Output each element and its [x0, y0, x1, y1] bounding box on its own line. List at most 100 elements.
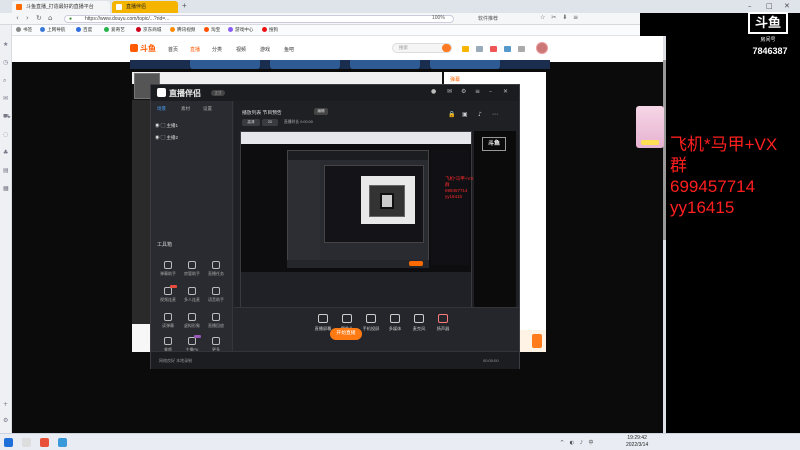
app-icon[interactable] — [40, 438, 49, 447]
message-icon[interactable] — [504, 46, 511, 52]
browser-icon[interactable] — [58, 438, 67, 447]
taskbar-clock[interactable]: 19:29:42 2022/3/14 — [626, 435, 648, 449]
status-left: 网络良好 本地录制 — [159, 358, 193, 363]
new-tab-button[interactable]: + — [182, 1, 187, 10]
monitor-icon — [318, 314, 328, 323]
minimize-icon[interactable]: – — [748, 2, 752, 10]
forward-icon[interactable]: › — [26, 14, 29, 22]
home-icon[interactable]: ⌂ — [48, 14, 52, 22]
nav-fishbar[interactable]: 鱼吧 — [284, 46, 294, 53]
task-icon — [212, 261, 220, 269]
star-icon[interactable]: ★ — [3, 41, 8, 48]
dock-phone[interactable]: 手机投屏 — [358, 314, 384, 332]
mail-icon[interactable]: ✉ — [3, 95, 8, 102]
chat-icon[interactable]: ◌ — [3, 131, 8, 138]
bell-icon[interactable]: ♪ — [478, 111, 482, 118]
edit-button[interactable]: 编辑 — [314, 108, 328, 115]
minimize-icon[interactable]: – — [489, 88, 492, 95]
tab-companion[interactable]: 直播伴侣 — [112, 1, 178, 13]
apps-icon[interactable]: ▦ — [3, 185, 9, 192]
history-icon[interactable]: ◷ — [3, 59, 8, 66]
search-button[interactable] — [442, 44, 451, 52]
tool-multi-link[interactable]: 多人连麦 — [179, 287, 205, 303]
nav-game[interactable]: 游戏 — [260, 46, 270, 53]
settings-icon[interactable]: ⚙ — [3, 417, 8, 424]
user-avatar[interactable] — [536, 42, 548, 54]
nav-live[interactable]: 直播 — [190, 46, 200, 53]
toolbar-icons[interactable]: ☆ ✂ ⬇ ≡ — [540, 14, 580, 21]
tab-material[interactable]: 素材 — [181, 106, 190, 112]
dock-media[interactable]: 多媒体 — [382, 314, 408, 332]
category-tab[interactable] — [430, 60, 500, 69]
bookmark-item[interactable]: 搜狗 — [262, 27, 278, 33]
scrollbar-thumb[interactable] — [663, 60, 666, 240]
scene-item[interactable]: ◉ ▢ 主播2 — [155, 135, 178, 141]
category-tab[interactable] — [350, 60, 420, 69]
tool-task[interactable]: 直播任务 — [203, 261, 229, 277]
tool-read-danmu[interactable]: 读弹幕 — [155, 313, 181, 329]
tab-settings[interactable]: 设置 — [203, 106, 212, 112]
add-icon[interactable]: + — [3, 401, 8, 408]
search-icon[interactable]: ⌕ — [3, 77, 6, 85]
follow-icon[interactable] — [490, 46, 497, 52]
task-view-icon[interactable] — [22, 438, 31, 447]
camera-icon — [342, 314, 352, 323]
note-icon[interactable]: ▤ — [3, 167, 9, 174]
user-avatar-icon[interactable]: ● — [431, 88, 436, 95]
dock-speaker[interactable]: 扬声器 — [430, 314, 456, 332]
bookmark-item[interactable]: 上网导航 — [40, 27, 65, 33]
folder-icon — [16, 27, 21, 32]
dock-mic[interactable]: 麦克风 — [406, 314, 432, 332]
refresh-icon[interactable]: ↻ — [36, 14, 42, 22]
history-icon[interactable] — [476, 46, 483, 52]
close-icon[interactable]: ✕ — [784, 2, 790, 10]
tab-scene[interactable]: 场景 — [157, 106, 166, 112]
maximize-icon[interactable]: □ — [766, 2, 773, 10]
tool-voice[interactable]: 语音助手 — [203, 287, 229, 303]
bookmark-item[interactable]: 京东商城 — [136, 27, 161, 33]
category-tab[interactable] — [190, 60, 260, 69]
nav-home[interactable]: 首页 — [168, 46, 178, 53]
share-icon[interactable]: ⋯ — [492, 111, 498, 118]
tab-douyu[interactable]: 斗鱼直播_打造最好的直播平台 — [12, 1, 110, 13]
bookmark-item[interactable]: 淘宝 — [204, 27, 220, 33]
tool-video-link[interactable]: 视频连麦 — [155, 285, 181, 303]
start-live-button[interactable]: 开始直播 — [330, 328, 362, 340]
recommend-link[interactable]: 软件推荐 — [478, 15, 498, 22]
url-input[interactable]: ● https://www.douyu.com/topic/...?rid=..… — [64, 15, 454, 23]
bookmark-item[interactable]: 腾讯视频 — [170, 27, 195, 33]
cart-icon[interactable]: ⛟ — [3, 113, 11, 121]
mode-chip[interactable]: 2D — [262, 119, 278, 126]
lock-icon[interactable]: 🔒 — [448, 111, 455, 118]
bookmark-item[interactable]: 书签 — [16, 27, 32, 33]
nav-video[interactable]: 视频 — [236, 46, 246, 53]
nested-level-4 — [380, 193, 394, 209]
bookmark-item[interactable]: 游戏中心 — [228, 27, 253, 33]
tool-manager[interactable]: 房管助手 — [179, 261, 205, 277]
stream-preview[interactable]: 飞机*马甲+VX 群 699457714 yy16415 — [240, 131, 473, 321]
back-icon[interactable]: ‹ — [16, 14, 19, 22]
tool-avatar[interactable]: 虚拟形象 — [179, 313, 205, 329]
nav-category[interactable]: 分类 — [212, 46, 222, 53]
companion-window: 直播伴侣 正式 ● ✉ ⚙ ≡ – ✕ 场景 素材 设置 ◉ ▢ 主播1 ◉ ▢… — [150, 84, 520, 369]
gift-icon[interactable] — [462, 46, 469, 52]
scene-item[interactable]: ◉ ▢ 主播1 — [155, 123, 178, 129]
download-icon[interactable] — [518, 46, 525, 52]
tool-replay[interactable]: 直播回放 — [203, 313, 229, 329]
system-tray-icons[interactable]: ^ ◐ ♪ 中 — [560, 439, 596, 446]
close-icon[interactable]: ✕ — [503, 88, 508, 95]
mail-icon[interactable]: ✉ — [447, 88, 452, 95]
quality-chip[interactable]: 高清 — [242, 119, 260, 126]
site-logo[interactable]: 斗鱼 — [130, 43, 156, 54]
bookmark-item[interactable]: 百度 — [76, 27, 92, 33]
category-tab[interactable] — [270, 60, 340, 69]
bookmark-item[interactable]: 爱奇艺 — [104, 27, 125, 33]
zoom-level[interactable]: 100% — [432, 15, 445, 21]
tool-danmu[interactable]: 弹幕助手 — [155, 261, 181, 277]
copy-icon[interactable]: ▣ — [462, 111, 468, 118]
settings-icon[interactable]: ⚙ — [461, 88, 466, 95]
menu-icon[interactable]: ≡ — [475, 88, 480, 95]
chat-send-button[interactable] — [532, 334, 542, 348]
game-icon[interactable]: ♣ — [3, 149, 8, 156]
windows-start-icon[interactable] — [4, 438, 13, 447]
